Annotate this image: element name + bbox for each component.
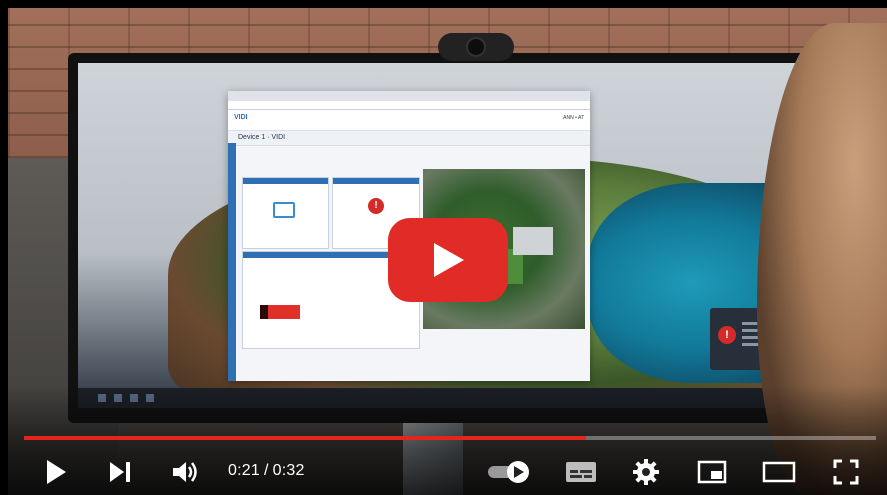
current-time: 0:21 [228, 462, 260, 479]
settings-button[interactable] [624, 448, 668, 495]
valve-panel-header [243, 178, 328, 184]
level-indicator-bar [260, 305, 300, 319]
valve-icon [273, 202, 295, 218]
youtube-play-icon [434, 243, 464, 277]
fullscreen-icon [833, 459, 859, 484]
building [513, 227, 553, 255]
alert-panel-header [333, 178, 419, 184]
device-title: Device 1 · VIDI [238, 134, 286, 141]
theater-mode-icon [762, 461, 796, 482]
theater-mode-button[interactable] [756, 448, 802, 495]
valve-panel [242, 177, 329, 249]
subtitles-button[interactable] [558, 448, 604, 495]
time-display: 0:21/0:32 [228, 462, 305, 480]
volume-button[interactable] [164, 448, 208, 495]
next-button[interactable] [98, 448, 142, 495]
app-user-label: ANN • AT [563, 115, 584, 121]
player-controls: 0:21/0:32 [0, 448, 887, 495]
autoplay-toggle[interactable] [484, 448, 534, 495]
app-logo: VIDI [234, 114, 248, 121]
warning-icon: ! [718, 326, 736, 344]
progress-bar[interactable] [24, 436, 876, 440]
volume-icon [173, 461, 197, 482]
duration: 0:32 [272, 462, 305, 479]
autoplay-toggle-icon [488, 460, 529, 483]
progress-played [24, 436, 587, 440]
fullscreen-button[interactable] [824, 448, 868, 495]
device-title-bar: Device 1 · VIDI [228, 131, 590, 146]
video-player[interactable]: VIDI ANN • AT Device 1 · VIDI ! ! 0:21 /… [0, 0, 887, 495]
subtitles-icon [566, 461, 596, 482]
next-icon [110, 461, 130, 482]
youtube-play-button[interactable] [388, 218, 508, 302]
play-button[interactable] [34, 448, 78, 495]
webcam [438, 33, 514, 61]
miniplayer-button[interactable] [690, 448, 734, 495]
webcam-lens [468, 39, 484, 55]
time-separator: / [263, 462, 269, 479]
miniplayer-icon [697, 460, 727, 483]
app-header: VIDI ANN • AT [228, 110, 590, 131]
play-icon [47, 459, 66, 484]
browser-address-bar [228, 101, 590, 110]
gear-icon [633, 458, 659, 485]
alert-icon: ! [368, 198, 384, 214]
app-sidebar [228, 143, 236, 381]
browser-tabs [228, 91, 590, 101]
